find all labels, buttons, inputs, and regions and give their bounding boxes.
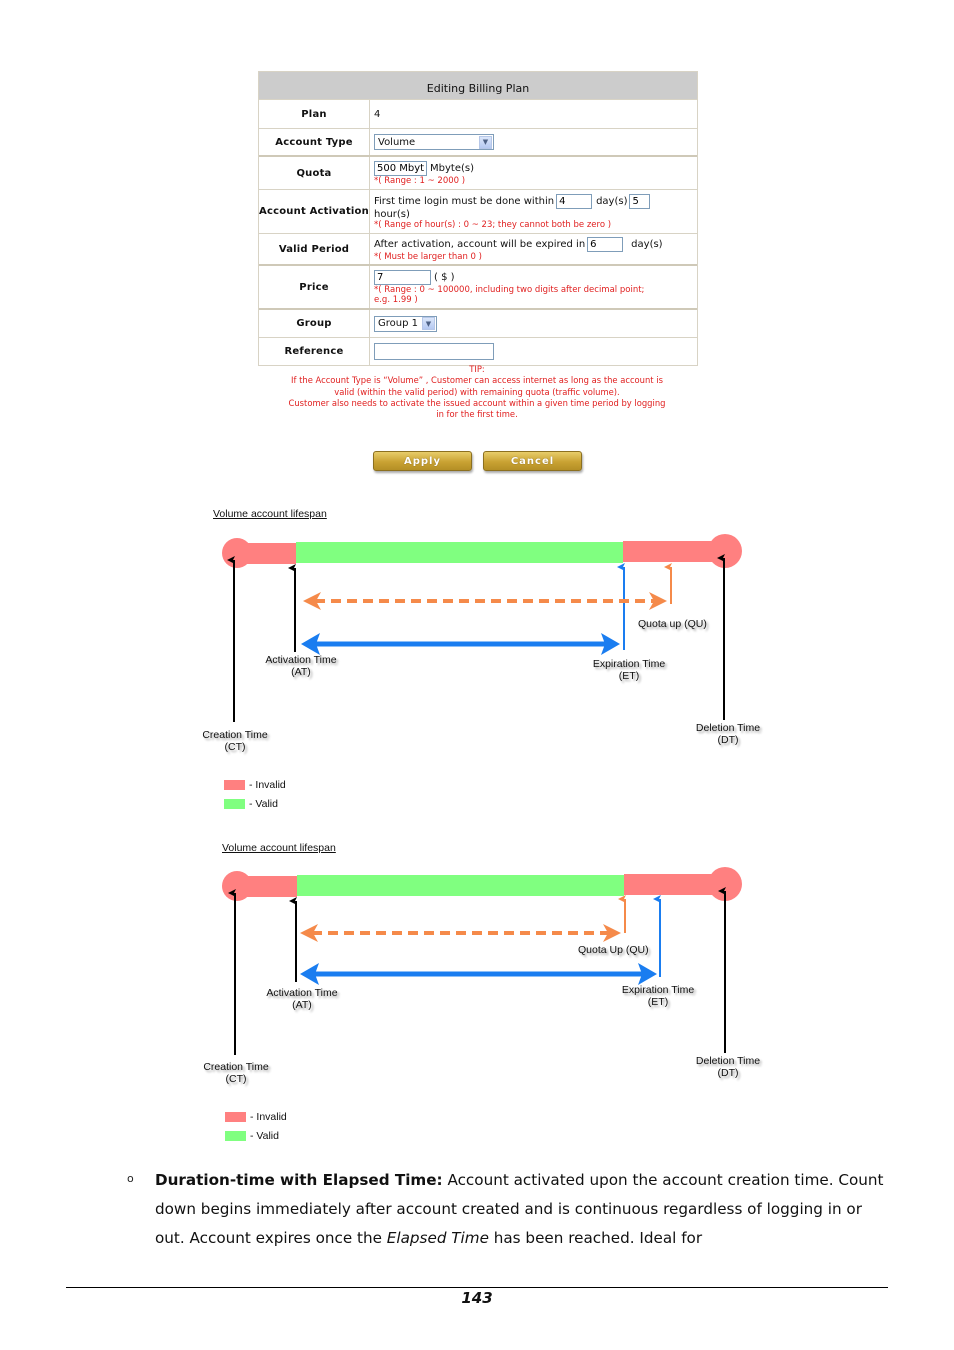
bullet-icon: o [127,1172,134,1185]
legend-invalid: - Invalid [225,1111,287,1123]
footer-divider [66,1287,888,1288]
activation-time-label: Activation Time (AT) [266,987,338,1011]
body-paragraph: Duration-time with Elapsed Time: Account… [155,1166,885,1253]
paragraph-lead: Duration-time with Elapsed Time: [155,1171,443,1189]
creation-time-label: Creation Time (CT) [203,1061,269,1085]
page-number: 143 [461,1289,493,1307]
paragraph-italic: Elapsed Time [386,1229,489,1247]
deletion-time-label: Deletion Time (DT) [695,1055,761,1079]
invalid-segment-start [237,876,297,897]
valid-segment [297,875,624,896]
legend-valid: - Valid [225,1130,279,1142]
paragraph-text: has been reached. Ideal for [488,1229,703,1247]
valid-swatch [225,1131,246,1141]
expiration-time-label: Expiration Time (ET) [621,984,695,1008]
lifespan-graphic [222,867,742,1055]
invalid-swatch [225,1112,246,1122]
invalid-segment-end [624,874,725,895]
quota-up-label: Quota Up (QU) [578,944,649,956]
